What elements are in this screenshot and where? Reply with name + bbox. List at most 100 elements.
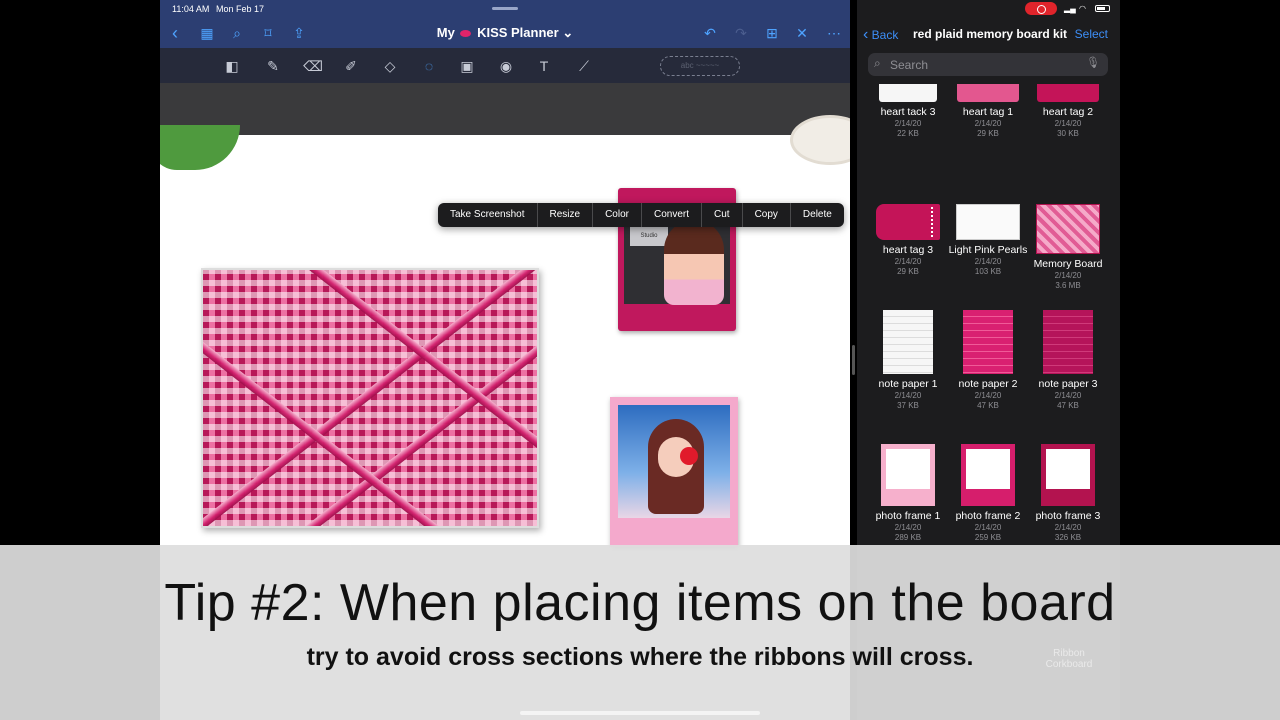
file-thumbnail (876, 204, 940, 240)
title-prefix: My (436, 25, 455, 40)
search-icon: ⌕ (874, 56, 881, 70)
image-icon[interactable]: ▣ (457, 56, 477, 76)
heart-lollipop-icon (680, 447, 698, 465)
undo-icon[interactable]: ↶ (701, 24, 719, 42)
file-date: 2/14/20 (894, 257, 922, 266)
file-name: photo frame 3 (1035, 510, 1101, 522)
more-icon[interactable]: ⋯ (825, 24, 843, 42)
home-indicator[interactable] (520, 711, 760, 715)
file-date: 2/14/20 (894, 391, 922, 400)
file-date: 2/14/20 (974, 257, 1002, 266)
file-thumbnail (1041, 444, 1095, 506)
framed-photo (618, 405, 730, 518)
menu-convert[interactable]: Convert (640, 203, 701, 227)
file-date: 2/14/20 (974, 523, 1002, 532)
select-button[interactable]: Select (1075, 27, 1108, 41)
back-button[interactable]: ‹ Back (863, 26, 898, 44)
laser-icon[interactable]: ⟋ (574, 56, 594, 76)
divider-handle[interactable] (852, 345, 855, 375)
file-item[interactable]: photo frame 3 2/14/20 326 KB (1028, 444, 1108, 543)
file-name: Light Pink Pearls (948, 244, 1028, 256)
document-nav-bar: ‹ ▦ ⌕ ⌑ ⇪ My KISS Planner ⌄ ↶ ↷ ⊞ ✕ ⋯ (160, 18, 850, 48)
basil-leaf-sticker[interactable] (160, 125, 240, 170)
file-item[interactable]: note paper 2 2/14/20 47 KB (948, 310, 1028, 411)
file-item[interactable]: note paper 3 2/14/20 47 KB (1028, 310, 1108, 411)
file-thumbnail (883, 310, 933, 374)
close-icon[interactable]: ✕ (793, 24, 811, 42)
back-label: Back (871, 28, 899, 42)
status-date: Mon Feb 17 (216, 4, 265, 14)
menu-copy[interactable]: Copy (741, 203, 790, 227)
lasso-settings-pill[interactable]: abc ~~~~~ (660, 56, 740, 76)
file-item[interactable]: heart tag 3 2/14/20 29 KB (868, 190, 948, 277)
plate-sticker[interactable] (790, 115, 850, 165)
tool-bar: ◧ ✎ ⌫ ✐ ◇ ◌ ▣ ◉ T ⟋ abc ~~~~~ (160, 48, 850, 83)
ribbon (255, 270, 537, 526)
file-item[interactable]: photo frame 1 2/14/20 289 KB (868, 444, 948, 543)
window-grabber[interactable] (492, 7, 518, 10)
caption-subtitle: try to avoid cross sections where the ri… (306, 643, 974, 671)
file-thumbnail (956, 204, 1020, 240)
redo-icon[interactable]: ↷ (732, 24, 750, 42)
text-icon[interactable]: T (534, 56, 554, 76)
file-size: 47 KB (1057, 401, 1079, 410)
status-bar: 11:04 AM Mon Feb 17 (160, 0, 850, 18)
file-size: 47 KB (977, 401, 999, 410)
file-thumbnail (879, 84, 937, 102)
sidebar-toggle-icon[interactable]: ◧ (222, 56, 242, 76)
microphone-icon[interactable]: 🎙 (1086, 56, 1100, 69)
lasso-context-menu: Take Screenshot Resize Color Convert Cut… (438, 203, 844, 227)
file-thumbnail (963, 310, 1013, 374)
file-size: 103 KB (974, 267, 1002, 276)
screen-recording-icon[interactable] (1025, 2, 1057, 15)
search-input[interactable] (890, 55, 1080, 74)
memory-board-image[interactable] (201, 268, 539, 528)
wifi-icon: ◠ (1079, 4, 1086, 13)
file-name: Memory Board (1033, 258, 1103, 270)
file-thumbnail (1036, 204, 1100, 254)
menu-cut[interactable]: Cut (701, 203, 742, 227)
folder-title: red plaid memory board kit (913, 27, 1068, 41)
caption-title: Tip #2: When placing items on the board (164, 574, 1116, 632)
file-name: note paper 1 (878, 378, 938, 390)
file-size: 259 KB (974, 533, 1002, 542)
file-item[interactable]: photo frame 2 2/14/20 259 KB (948, 444, 1028, 543)
photo-frame-image[interactable] (610, 397, 738, 547)
file-size: 289 KB (894, 533, 922, 542)
file-name: note paper 3 (1038, 378, 1098, 390)
eraser-icon[interactable]: ⌫ (303, 56, 323, 76)
menu-resize[interactable]: Resize (536, 203, 593, 227)
file-item[interactable]: heart tag 2 2/14/20 30 KB (1028, 84, 1108, 139)
lasso-icon[interactable]: ◌ (419, 56, 439, 76)
highlighter-icon[interactable]: ✐ (341, 56, 361, 76)
file-name: photo frame 1 (875, 510, 941, 522)
menu-delete[interactable]: Delete (789, 203, 844, 227)
file-item[interactable]: heart tack 3 2/14/20 22 KB (868, 84, 948, 139)
file-name: note paper 2 (958, 378, 1018, 390)
file-size: 30 KB (1057, 129, 1079, 138)
camera-icon[interactable]: ◉ (496, 56, 516, 76)
file-item[interactable]: Light Pink Pearls 2/14/20 103 KB (948, 190, 1028, 277)
studio-sign: Studio (630, 226, 668, 246)
title-main: KISS Planner (477, 25, 559, 40)
menu-take-screenshot[interactable]: Take Screenshot (438, 203, 537, 227)
battery-icon (1095, 5, 1110, 12)
file-thumbnail (881, 444, 935, 506)
file-item[interactable]: note paper 1 2/14/20 37 KB (868, 310, 948, 411)
file-item[interactable]: Memory Board 2/14/20 3.6 MB (1028, 190, 1108, 291)
file-size: 37 KB (897, 401, 919, 410)
file-name: heart tag 2 (1042, 106, 1094, 118)
search-bar[interactable]: ⌕ 🎙 (868, 53, 1108, 76)
file-name: heart tag 1 (962, 106, 1014, 118)
file-thumbnail (1037, 84, 1099, 102)
file-date: 2/14/20 (1054, 523, 1082, 532)
file-thumbnail (1043, 310, 1093, 374)
file-name: heart tag 3 (882, 244, 934, 256)
menu-color[interactable]: Color (592, 203, 641, 227)
add-page-icon[interactable]: ⊞ (763, 24, 781, 42)
shapes-icon[interactable]: ◇ (380, 56, 400, 76)
file-item[interactable]: heart tag 1 2/14/20 29 KB (948, 84, 1028, 139)
file-date: 2/14/20 (1054, 271, 1082, 280)
pen-icon[interactable]: ✎ (263, 56, 283, 76)
file-size: 3.6 MB (1055, 281, 1081, 290)
